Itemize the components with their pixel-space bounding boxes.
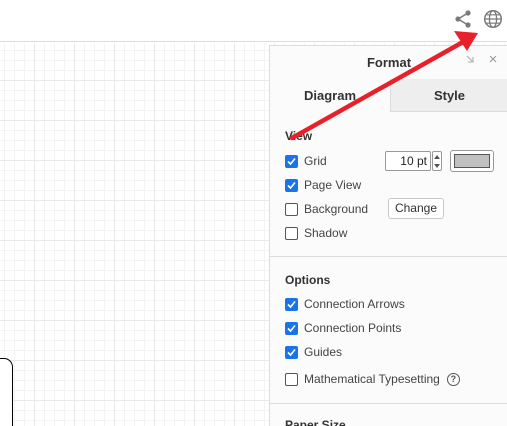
grid-color-button[interactable] — [450, 150, 494, 172]
globe-icon[interactable] — [482, 8, 504, 30]
page-view-option[interactable]: Page View — [285, 177, 361, 193]
page-view-label: Page View — [304, 178, 362, 192]
grid-label: Grid — [304, 154, 327, 168]
grid-size-input[interactable]: 10 pt — [385, 151, 431, 171]
tab-style[interactable]: Style — [391, 79, 507, 112]
section-divider — [270, 403, 507, 404]
stepper-down-icon[interactable] — [434, 164, 440, 168]
guides-label: Guides — [304, 345, 343, 359]
view-section-title: View — [285, 129, 313, 143]
math-typesetting-checkbox[interactable] — [285, 372, 298, 386]
tab-diagram[interactable]: Diagram — [270, 79, 391, 112]
connection-points-checkbox[interactable] — [285, 321, 298, 335]
background-checkbox[interactable] — [285, 202, 298, 216]
background-label: Background — [304, 202, 369, 216]
close-icon[interactable]: × — [484, 51, 502, 69]
background-option[interactable]: Background — [285, 201, 368, 217]
guides-checkbox[interactable] — [285, 345, 298, 359]
connection-arrows-option[interactable]: Connection Arrows — [285, 296, 405, 312]
math-typesetting-label: Mathematical Typesetting — [304, 372, 440, 386]
rounded-rectangle-shape[interactable] — [0, 358, 13, 426]
guides-option[interactable]: Guides — [285, 344, 342, 360]
app-window: Format × Diagram Style View Grid 10 pt P… — [0, 0, 507, 426]
grid-checkbox[interactable] — [285, 154, 298, 168]
math-typesetting-option[interactable]: Mathematical Typesetting ? — [285, 371, 460, 387]
connection-points-option[interactable]: Connection Points — [285, 320, 401, 336]
help-icon[interactable]: ? — [446, 372, 460, 386]
paper-size-section-title: Paper Size — [285, 418, 346, 426]
grid-option[interactable]: Grid — [285, 153, 327, 169]
shadow-option[interactable]: Shadow — [285, 225, 347, 241]
grid-color-swatch — [454, 154, 490, 168]
change-background-button[interactable]: Change — [388, 198, 444, 219]
format-panel: Format × Diagram Style View Grid 10 pt P… — [269, 45, 507, 426]
stepper-up-icon[interactable] — [434, 155, 440, 159]
section-divider — [270, 256, 507, 257]
shadow-label: Shadow — [304, 226, 348, 240]
grid-size-stepper[interactable] — [432, 151, 442, 171]
connection-arrows-label: Connection Arrows — [304, 297, 405, 311]
connection-arrows-checkbox[interactable] — [285, 297, 298, 311]
share-icon[interactable] — [452, 8, 474, 30]
shadow-checkbox[interactable] — [285, 226, 298, 240]
top-toolbar — [0, 0, 507, 42]
format-tabs: Diagram Style — [270, 79, 507, 112]
page-view-checkbox[interactable] — [285, 178, 298, 192]
collapse-icon[interactable] — [461, 51, 479, 69]
options-section-title: Options — [285, 273, 331, 287]
connection-points-label: Connection Points — [304, 321, 402, 335]
